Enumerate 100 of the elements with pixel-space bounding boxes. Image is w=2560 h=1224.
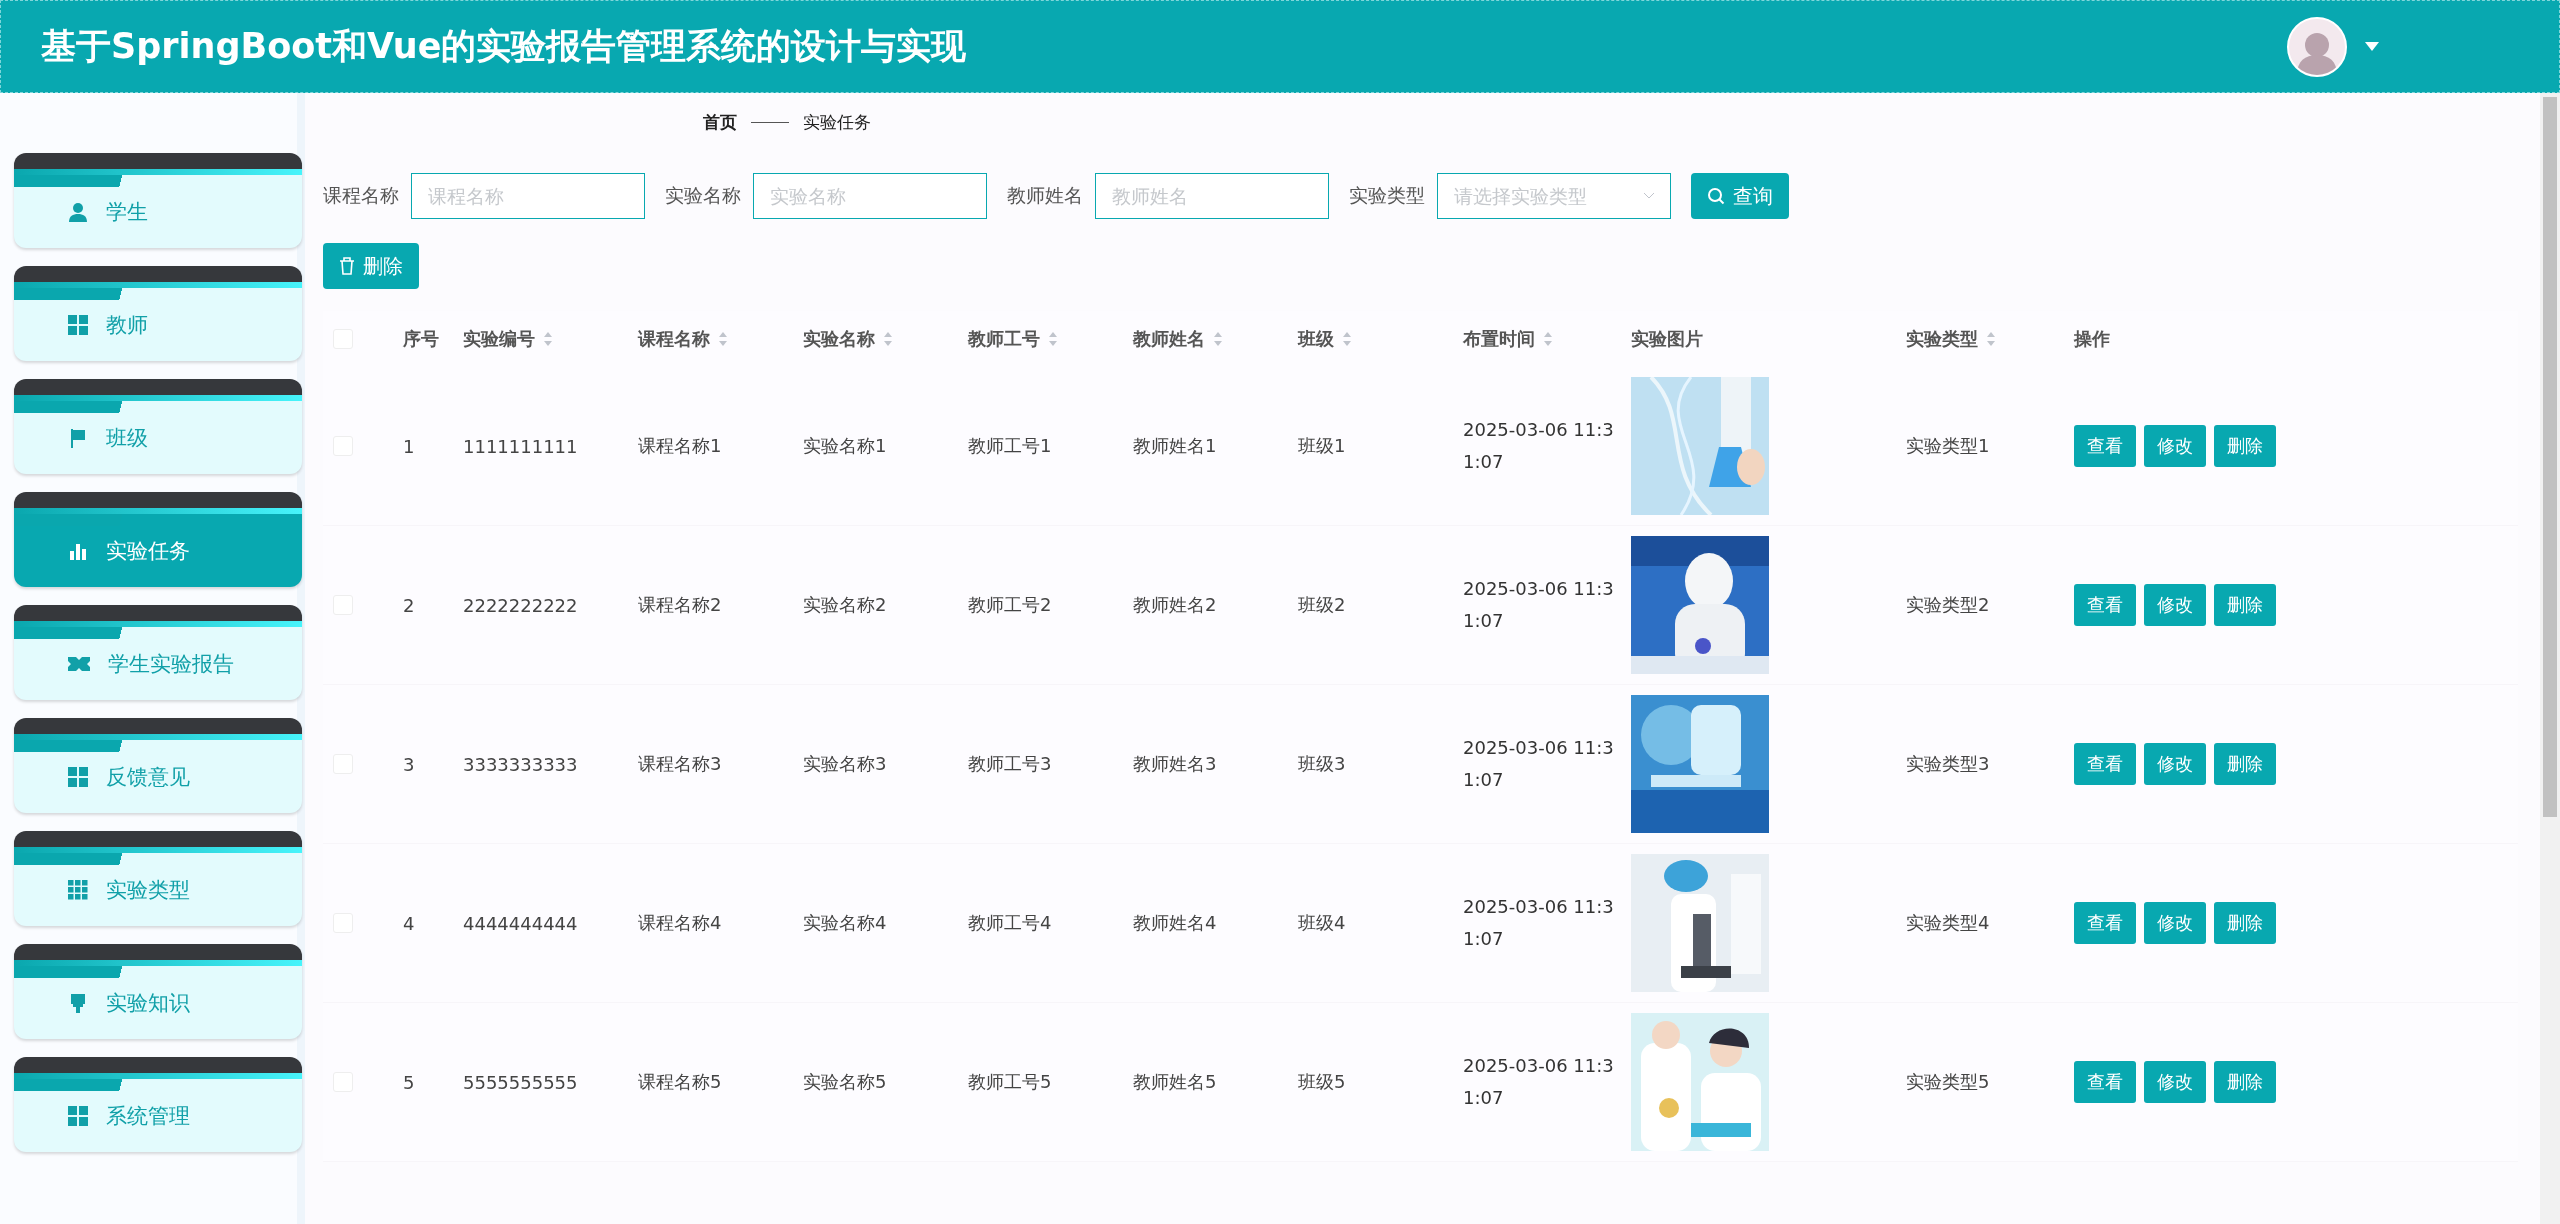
column-header: 教师姓名	[1133, 327, 1205, 351]
action-button[interactable]: 查看	[2074, 743, 2136, 785]
sort-icon[interactable]	[1986, 331, 1996, 347]
sort-icon[interactable]	[1543, 331, 1553, 347]
table-cell: 教师工号4	[968, 912, 1052, 933]
table-cell: 班级5	[1298, 1071, 1346, 1092]
grid-icon	[68, 879, 88, 900]
search-icon	[1707, 187, 1725, 205]
action-button[interactable]: 修改	[2144, 425, 2206, 467]
column-header: 班级	[1298, 327, 1334, 351]
table-cell: 教师姓名2	[1133, 594, 1217, 615]
table-cell: 实验名称1	[803, 435, 887, 456]
table-cell: 课程名称1	[638, 435, 722, 456]
action-button[interactable]: 查看	[2074, 1061, 2136, 1103]
table-cell-text: 2025-03-06 11:31:07	[1463, 1053, 1615, 1110]
menu-item[interactable]: 教师	[14, 266, 302, 361]
sort-icon[interactable]	[1048, 331, 1058, 347]
table-cell: 教师姓名4	[1133, 912, 1217, 933]
sort-icon[interactable]	[543, 331, 553, 347]
action-button[interactable]: 修改	[2144, 1061, 2206, 1103]
table-cell: 实验类型3	[1906, 753, 1990, 774]
action-button[interactable]: 查看	[2074, 902, 2136, 944]
grid-icon	[68, 1105, 88, 1126]
table-cell: 3333333333	[463, 753, 578, 775]
column-header: 操作	[2074, 327, 2110, 351]
table-cell: 课程名称4	[638, 912, 722, 933]
menu-item[interactable]: 学生实验报告	[14, 605, 302, 700]
input-field[interactable]: 实验名称	[753, 173, 987, 219]
breadcrumb-item[interactable]: 首页	[703, 110, 737, 134]
table-cell: 课程名称3	[638, 753, 722, 774]
ticket-icon	[68, 654, 90, 673]
table-cell: 教师姓名5	[1133, 1071, 1217, 1092]
table-cell: 实验类型2	[1906, 594, 1990, 615]
table-cell: 实验名称3	[803, 753, 887, 774]
chevron-icon	[1643, 192, 1655, 200]
table-cell-text: 2025-03-06 11:31:07	[1463, 417, 1615, 474]
table-cell: 3	[403, 753, 415, 775]
input-field[interactable]: 教师姓名	[1095, 173, 1329, 219]
table-cell: 班级1	[1298, 435, 1346, 456]
action-button[interactable]: 修改	[2144, 902, 2206, 944]
table-cell: 实验类型5	[1906, 1071, 1990, 1092]
table-cell: 教师工号2	[968, 594, 1052, 615]
app-title: 基于SpringBoot和Vue的实验报告管理系统的设计与实现	[41, 25, 967, 68]
table-cell: 教师姓名1	[1133, 435, 1217, 456]
action-button[interactable]: 删除	[2214, 1061, 2276, 1103]
column-header: 课程名称	[638, 327, 710, 351]
field-label: 实验类型	[1349, 183, 1425, 208]
table-cell: 1111111111	[463, 435, 578, 457]
action-button[interactable]: 删除	[2214, 584, 2276, 626]
table-cell: 4444444444	[463, 912, 578, 934]
table-cell: 班级3	[1298, 753, 1346, 774]
table-cell-text: 2025-03-06 11:31:07	[1463, 576, 1615, 633]
menu-item[interactable]: 班级	[14, 379, 302, 474]
table-cell: 1	[403, 435, 415, 457]
table-cell: 课程名称5	[638, 1071, 722, 1092]
menu-item[interactable]: 实验类型	[14, 831, 302, 926]
action-button[interactable]: 查看	[2074, 425, 2136, 467]
table-cell-text: 2025-03-06 11:31:07	[1463, 894, 1615, 951]
sort-icon[interactable]	[1342, 331, 1352, 347]
search-button[interactable]: 查询	[1691, 173, 1789, 219]
select-field[interactable]: 请选择实验类型	[1437, 173, 1671, 219]
sort-icon[interactable]	[718, 331, 728, 347]
table-cell: 实验名称2	[803, 594, 887, 615]
column-header: 实验类型	[1906, 327, 1978, 351]
table-cell: 实验类型1	[1906, 435, 1990, 456]
brush-icon	[68, 992, 88, 1013]
delete-button[interactable]: 删除	[323, 243, 419, 289]
table-cell: 4	[403, 912, 415, 934]
table-cell: 2	[403, 594, 415, 616]
column-header: 布置时间	[1463, 327, 1535, 351]
breadcrumb-item: 实验任务	[803, 110, 871, 134]
trash-icon	[339, 257, 355, 275]
column-header: 实验图片	[1631, 327, 1703, 351]
action-button[interactable]: 查看	[2074, 584, 2136, 626]
field-label: 实验名称	[665, 183, 741, 208]
person-icon	[68, 201, 88, 222]
sort-icon[interactable]	[883, 331, 893, 347]
menu-item[interactable]: 实验任务	[14, 492, 302, 587]
flag-icon	[68, 427, 88, 448]
action-button[interactable]: 修改	[2144, 584, 2206, 626]
action-button[interactable]: 删除	[2214, 743, 2276, 785]
menu-item[interactable]: 反馈意见	[14, 718, 302, 813]
action-button[interactable]: 删除	[2214, 425, 2276, 467]
action-button[interactable]: 修改	[2144, 743, 2206, 785]
column-header: 教师工号	[968, 327, 1040, 351]
table-cell: 教师工号3	[968, 753, 1052, 774]
caret-icon[interactable]	[2365, 42, 2379, 51]
table-cell: 实验类型4	[1906, 912, 1990, 933]
sort-icon[interactable]	[1213, 331, 1223, 347]
action-button[interactable]: 删除	[2214, 902, 2276, 944]
field-label: 教师姓名	[1007, 183, 1083, 208]
menu-item[interactable]: 系统管理	[14, 1057, 302, 1152]
column-header: 实验名称	[803, 327, 875, 351]
input-field[interactable]: 课程名称	[411, 173, 645, 219]
menu-item[interactable]: 实验知识	[14, 944, 302, 1039]
menu-item[interactable]: 学生	[14, 153, 302, 248]
table-cell: 实验名称5	[803, 1071, 887, 1092]
scrollbar-thumb[interactable]	[2543, 97, 2557, 817]
grid-icon	[68, 766, 88, 787]
table-cell: 教师工号5	[968, 1071, 1052, 1092]
